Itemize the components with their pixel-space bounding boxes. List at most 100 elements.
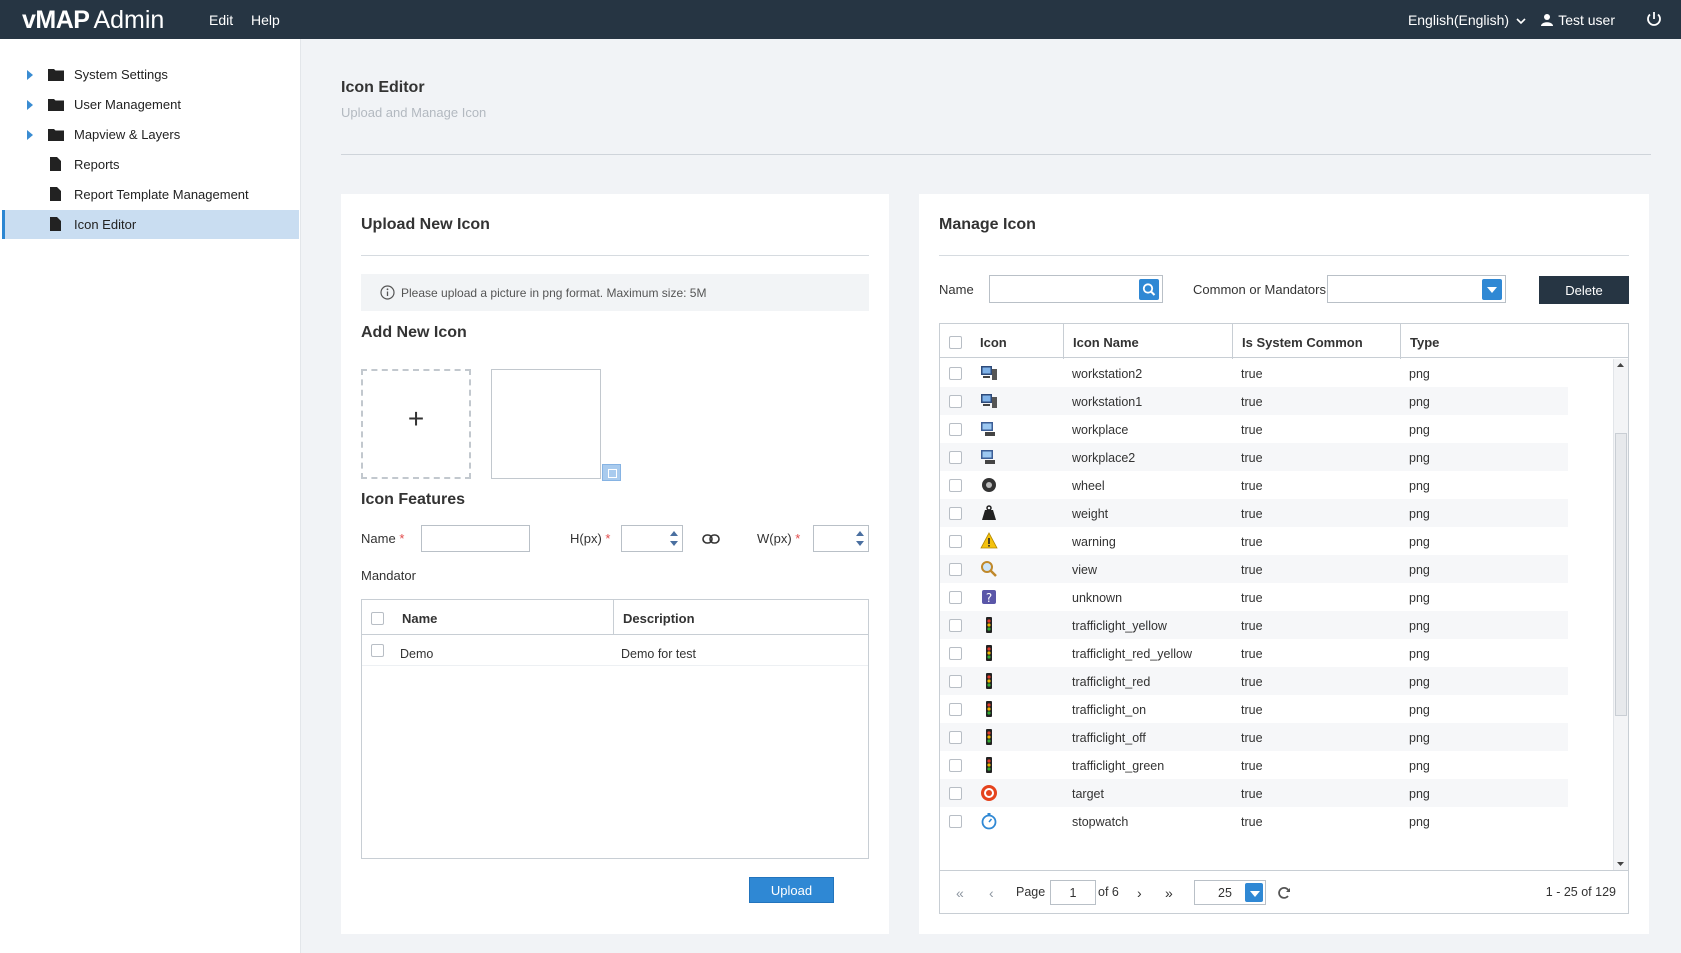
delete-button[interactable]: Delete	[1539, 276, 1629, 304]
user-menu[interactable]: Test user	[1540, 12, 1615, 28]
row-checkbox[interactable]	[949, 479, 962, 492]
refresh-icon[interactable]	[1277, 886, 1291, 900]
table-row[interactable]: ? unknown true png	[940, 583, 1568, 611]
page-number-input[interactable]: 1	[1050, 880, 1096, 905]
table-row[interactable]: target true png	[940, 779, 1568, 807]
upload-button[interactable]: Upload	[749, 877, 834, 903]
scrollbar-thumb[interactable]	[1615, 433, 1627, 716]
scroll-down-icon[interactable]	[1614, 859, 1627, 869]
table-row[interactable]: wheel true png	[940, 471, 1568, 499]
select-all-checkbox[interactable]	[949, 336, 962, 349]
caret-right-icon[interactable]	[27, 100, 33, 110]
table-row[interactable]: view true png	[940, 555, 1568, 583]
width-spinner[interactable]	[813, 525, 869, 552]
search-button[interactable]	[1139, 279, 1159, 300]
crop-icon[interactable]	[602, 464, 621, 481]
table-row[interactable]: trafficlight_off true png	[940, 723, 1568, 751]
add-icon-dropzone[interactable]: +	[361, 369, 471, 479]
computer-icon	[981, 422, 995, 436]
table-row[interactable]: trafficlight_yellow true png	[940, 611, 1568, 639]
column-header-type[interactable]: Type	[1410, 324, 1439, 359]
search-name-input[interactable]	[989, 275, 1163, 303]
row-checkbox[interactable]	[949, 591, 962, 604]
row-checkbox[interactable]	[949, 367, 962, 380]
spin-up-icon[interactable]	[670, 531, 678, 536]
spin-down-icon[interactable]	[856, 541, 864, 546]
manage-panel-title: Manage Icon	[939, 216, 1036, 233]
row-checkbox[interactable]	[949, 395, 962, 408]
column-header-description[interactable]: Description	[623, 600, 695, 635]
mandator-name-cell: Demo	[400, 647, 434, 661]
row-checkbox[interactable]	[949, 787, 962, 800]
column-header-is-system-common[interactable]: Is System Common	[1242, 324, 1363, 359]
table-row[interactable]: trafficlight_red true png	[940, 667, 1568, 695]
chevron-down-icon[interactable]	[1482, 279, 1502, 300]
is-system-common-cell: true	[1241, 591, 1263, 605]
is-system-common-cell: true	[1241, 507, 1263, 521]
table-row[interactable]: trafficlight_red_yellow true png	[940, 639, 1568, 667]
row-checkbox[interactable]	[949, 759, 962, 772]
plus-icon: +	[407, 403, 425, 434]
row-checkbox[interactable]	[949, 647, 962, 660]
row-checkbox[interactable]	[949, 507, 962, 520]
height-spinner[interactable]	[621, 525, 683, 552]
chevron-down-icon	[1516, 18, 1526, 25]
spin-up-icon[interactable]	[856, 531, 864, 536]
sidebar-item-system-settings[interactable]: System Settings	[2, 60, 299, 89]
row-checkbox[interactable]	[949, 423, 962, 436]
previous-page-icon[interactable]: ‹	[989, 885, 994, 901]
icon-name-cell: trafficlight_off	[1072, 731, 1146, 745]
table-row[interactable]: stopwatch true png	[940, 807, 1568, 835]
page-count: of 6	[1098, 885, 1119, 899]
table-row[interactable]: workstation1 true png	[940, 387, 1568, 415]
first-page-icon[interactable]: «	[956, 885, 964, 901]
chevron-down-icon[interactable]	[1245, 883, 1263, 902]
sidebar-item-mapview-layers[interactable]: Mapview & Layers	[2, 120, 299, 149]
link-icon[interactable]	[702, 533, 720, 545]
sidebar-item-user-management[interactable]: User Management	[2, 90, 299, 119]
select-all-checkbox[interactable]	[371, 612, 384, 625]
column-header-icon[interactable]: Icon	[980, 324, 1007, 359]
next-page-icon[interactable]: ›	[1137, 885, 1142, 901]
sidebar-item-reports[interactable]: Reports	[2, 150, 299, 179]
brand-logo[interactable]: vMAP Admin	[22, 6, 164, 34]
row-checkbox[interactable]	[949, 451, 962, 464]
upload-panel: Upload New Icon Please upload a picture …	[341, 194, 889, 934]
row-checkbox[interactable]	[371, 644, 384, 657]
icon-name-input[interactable]	[421, 525, 530, 552]
table-row[interactable]: workplace true png	[940, 415, 1568, 443]
table-row[interactable]: workplace2 true png	[940, 443, 1568, 471]
row-checkbox[interactable]	[949, 675, 962, 688]
table-row[interactable]: trafficlight_green true png	[940, 751, 1568, 779]
type-cell: png	[1409, 619, 1430, 633]
common-mandators-select[interactable]	[1327, 275, 1506, 303]
menu-edit[interactable]: Edit	[209, 12, 233, 28]
row-checkbox[interactable]	[949, 535, 962, 548]
column-header-name[interactable]: Name	[402, 600, 437, 635]
language-selector[interactable]: English(English)	[1408, 12, 1526, 28]
menu-help[interactable]: Help	[251, 12, 280, 28]
vertical-scrollbar[interactable]	[1613, 359, 1628, 870]
power-icon[interactable]	[1645, 10, 1663, 28]
sidebar-item-icon-editor[interactable]: Icon Editor	[2, 210, 299, 239]
row-checkbox[interactable]	[949, 703, 962, 716]
table-row[interactable]: Demo Demo for test	[362, 636, 868, 666]
table-row[interactable]: trafficlight_on true png	[940, 695, 1568, 723]
is-system-common-cell: true	[1241, 731, 1263, 745]
spin-down-icon[interactable]	[670, 541, 678, 546]
table-row[interactable]: weight true png	[940, 499, 1568, 527]
row-checkbox[interactable]	[949, 815, 962, 828]
row-checkbox[interactable]	[949, 731, 962, 744]
table-row[interactable]: warning true png	[940, 527, 1568, 555]
row-checkbox[interactable]	[949, 563, 962, 576]
last-page-icon[interactable]: »	[1165, 885, 1173, 901]
table-row[interactable]: workstation2 true png	[940, 359, 1568, 387]
scroll-up-icon[interactable]	[1614, 360, 1627, 370]
caret-right-icon[interactable]	[27, 70, 33, 80]
page-size-select[interactable]: 25	[1194, 880, 1266, 905]
row-checkbox[interactable]	[949, 619, 962, 632]
file-icon	[50, 187, 61, 201]
caret-right-icon[interactable]	[27, 130, 33, 140]
column-header-icon-name[interactable]: Icon Name	[1073, 324, 1139, 359]
sidebar-item-report-template-management[interactable]: Report Template Management	[2, 180, 299, 209]
